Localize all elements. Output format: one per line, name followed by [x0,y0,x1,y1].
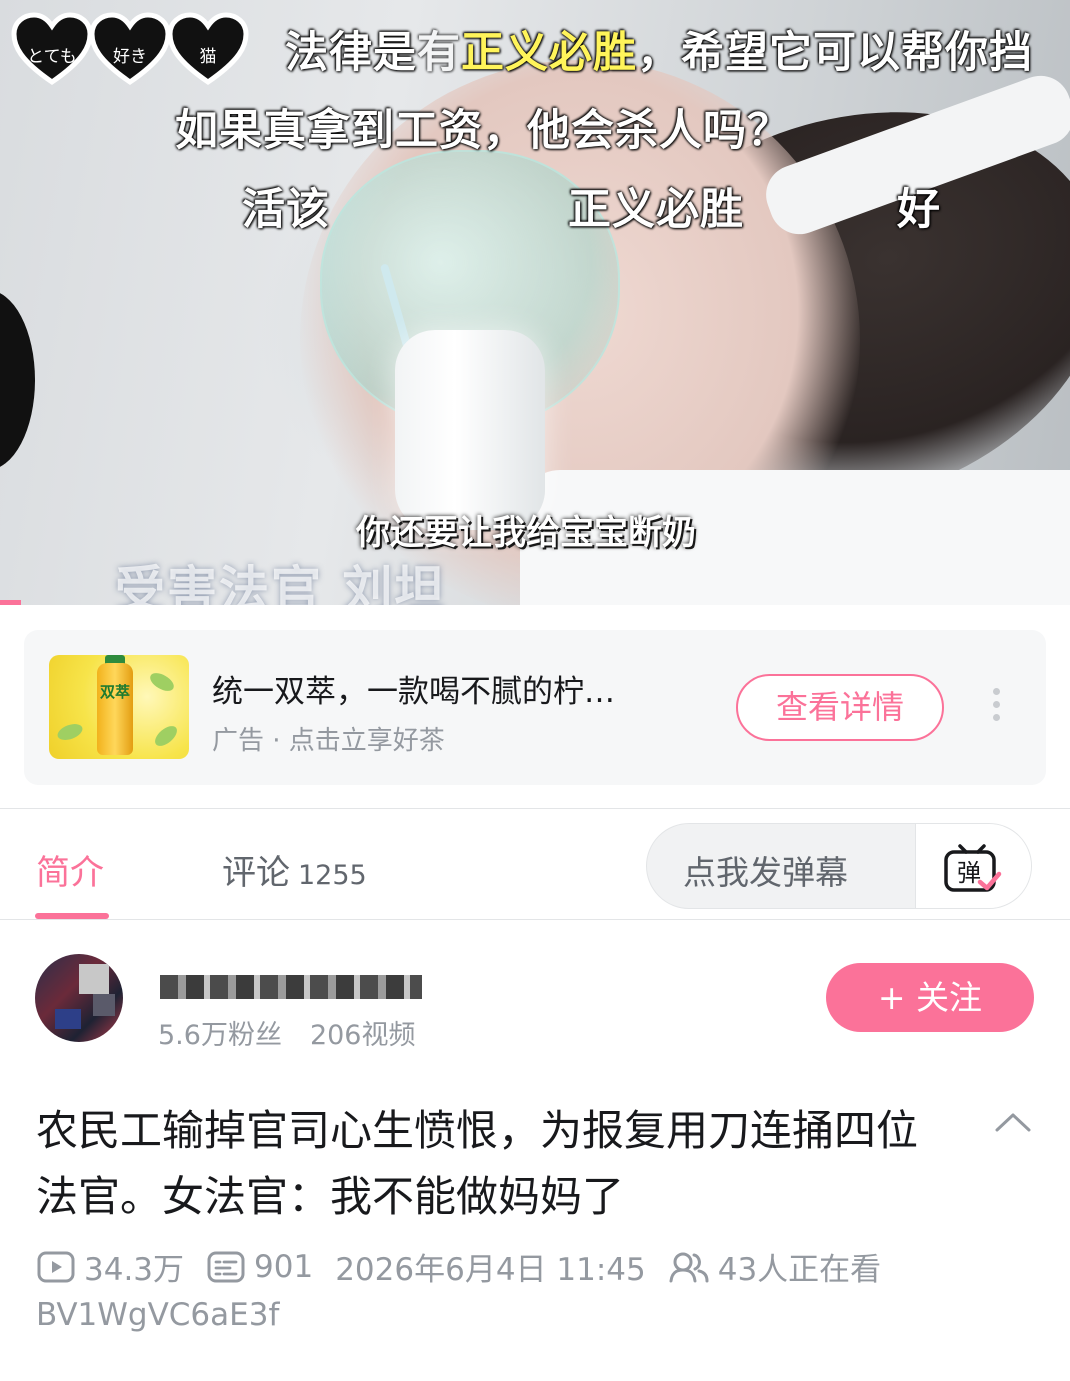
more-vert-icon[interactable] [986,688,1006,728]
danmaku-send-button[interactable]: 弹 [915,824,1031,908]
ad-details-button[interactable]: 查看详情 [736,674,944,741]
channel-logo: とても 好き 猫 [10,10,250,90]
danmaku-count-icon [207,1251,245,1282]
tab-comments[interactable]: 评论 1255 [222,845,367,894]
video-progress-bar[interactable] [0,600,22,605]
detail-tabs: 简介 评论 1255 点我发弹幕 弹 [0,808,1070,920]
video-title: 农民工输掉官司心生愤恨，为报复用刀连捅四位法官。女法官：我不能做妈妈了 [36,1106,919,1221]
tab-comments-label: 评论 [222,853,290,893]
danmaku-line-4: 正义必胜 [568,185,744,235]
video-meta: 34.3万 901 2026年6月4日 11:45 43人正在看 [36,1244,881,1289]
ad-thumb-label: 双萃 [99,683,130,701]
video-frame-bottle [395,330,545,530]
logo-text-3: 猫 [199,47,217,67]
logo-text-1: とても [27,47,77,67]
uploader-fans: 5.6万粉丝 [158,1020,282,1051]
watching-icon [669,1252,709,1282]
video-bvid: BV1WgVC6aE3f [36,1297,280,1333]
follow-button[interactable]: + 关注 [826,963,1034,1032]
danmaku-count: 901 [254,1248,314,1285]
uploader-videos: 206视频 [309,1020,416,1051]
video-frame-microphone [0,290,35,470]
ad-product-bottle [97,663,133,755]
tab-active-indicator [35,913,109,919]
tab-intro[interactable]: 简介 [36,845,104,894]
uploader-avatar[interactable] [35,954,123,1042]
danmaku-line-1: 法律是有正义必胜，希望它可以帮你挡 [285,28,1033,78]
danmaku-input-placeholder: 点我发弹幕 [683,853,848,892]
ad-title[interactable]: 统一双萃，一款喝不腻的柠… [212,666,615,711]
danmaku-line-2: 如果真拿到工资，他会杀人吗？ [175,106,791,156]
video-subtitle: 你还要让我给宝宝断奶 [356,513,696,553]
publish-date: 2026年6月4日 11:45 [335,1252,646,1288]
uploader-name-redacted[interactable]: ▇▇▇▇▇▇ [160,975,422,999]
comments-count: 1255 [298,860,367,891]
watching-count: 43人正在看 [717,1252,882,1288]
ad-banner[interactable]: 双萃 统一双萃，一款喝不腻的柠… 广告 · 点击立享好茶 查看详情 [24,630,1046,785]
video-player[interactable]: とても 好き 猫 法律是有正义必胜，希望它可以帮你挡 如果真拿到工资，他会杀人吗… [0,0,1070,605]
uploader-stats: 5.6万粉丝 206视频 [158,1013,416,1052]
ad-subtitle: 广告 · 点击立享好茶 [212,726,445,756]
danmaku-input[interactable]: 点我发弹幕 弹 [646,823,1032,909]
danmaku-line-5: 好 [897,185,941,235]
svg-text:弹: 弹 [957,859,981,887]
video-caption: 受害法官 刘坦 [115,561,447,605]
danmaku-send-icon: 弹 [944,844,1002,892]
danmaku-line-3: 活该 [242,185,330,235]
chevron-up-icon[interactable] [994,1110,1032,1134]
logo-text-2: 好き [113,47,147,67]
play-count-icon [37,1251,75,1282]
view-count: 34.3万 [84,1252,185,1288]
ad-thumbnail[interactable]: 双萃 [49,655,189,759]
